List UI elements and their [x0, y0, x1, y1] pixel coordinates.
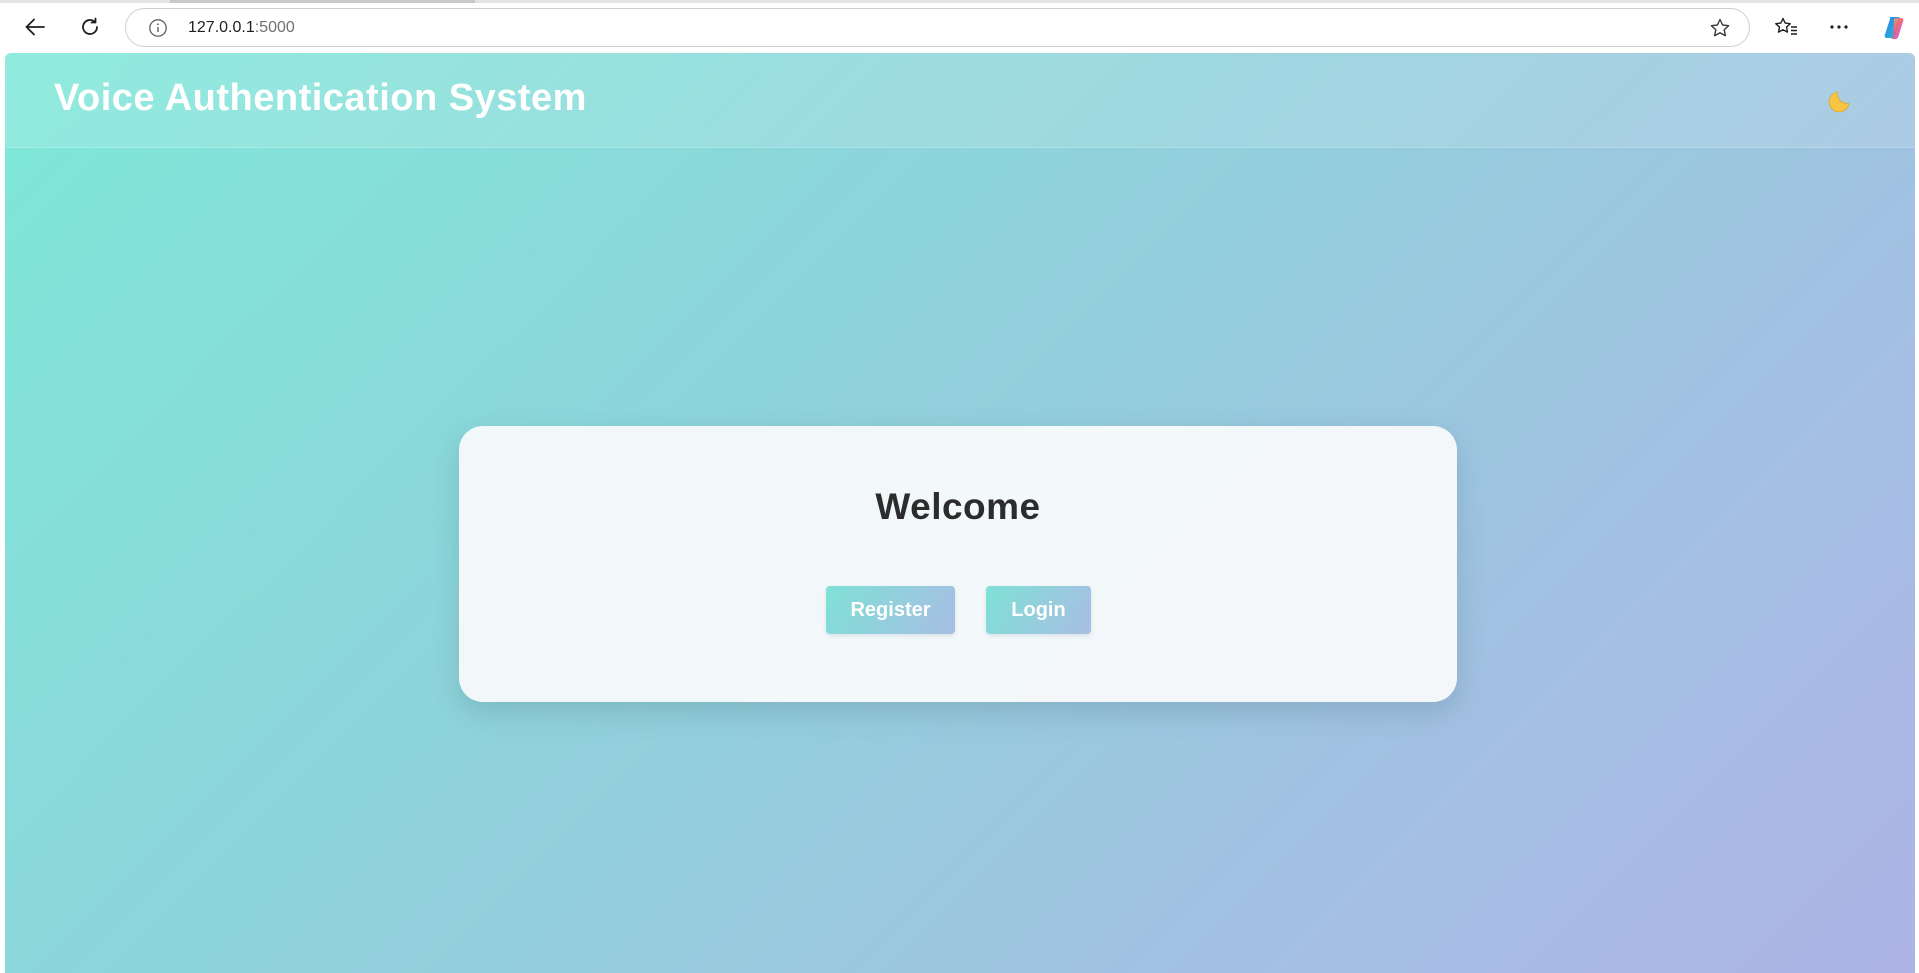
back-icon[interactable]	[17, 9, 53, 45]
page-viewport: Voice Authentication System Welcome Regi…	[5, 53, 1915, 973]
browser-toolbar: 127.0.0.1:5000	[0, 0, 1919, 53]
login-button[interactable]: Login	[986, 586, 1091, 634]
copilot-icon[interactable]	[1876, 9, 1912, 45]
theme-toggle-button[interactable]	[1820, 83, 1860, 123]
favorites-icon[interactable]	[1768, 9, 1804, 45]
more-icon[interactable]	[1821, 9, 1857, 45]
tab-strip	[0, 0, 1919, 3]
site-header: Voice Authentication System	[5, 53, 1915, 148]
star-icon[interactable]	[1709, 17, 1731, 44]
url-host: 127.0.0.1	[188, 19, 255, 36]
url-port: :5000	[254, 19, 295, 36]
card-title: Welcome	[875, 486, 1041, 527]
moon-icon	[1825, 86, 1855, 121]
page-title: Voice Authentication System	[54, 77, 587, 119]
info-icon[interactable]	[148, 18, 168, 43]
welcome-card: Welcome Register Login	[459, 426, 1457, 702]
refresh-icon[interactable]	[72, 9, 108, 45]
address-bar[interactable]: 127.0.0.1:5000	[125, 8, 1750, 47]
url-text[interactable]: 127.0.0.1:5000	[188, 19, 295, 37]
register-button[interactable]: Register	[826, 586, 955, 634]
active-tab-indicator	[170, 0, 475, 3]
